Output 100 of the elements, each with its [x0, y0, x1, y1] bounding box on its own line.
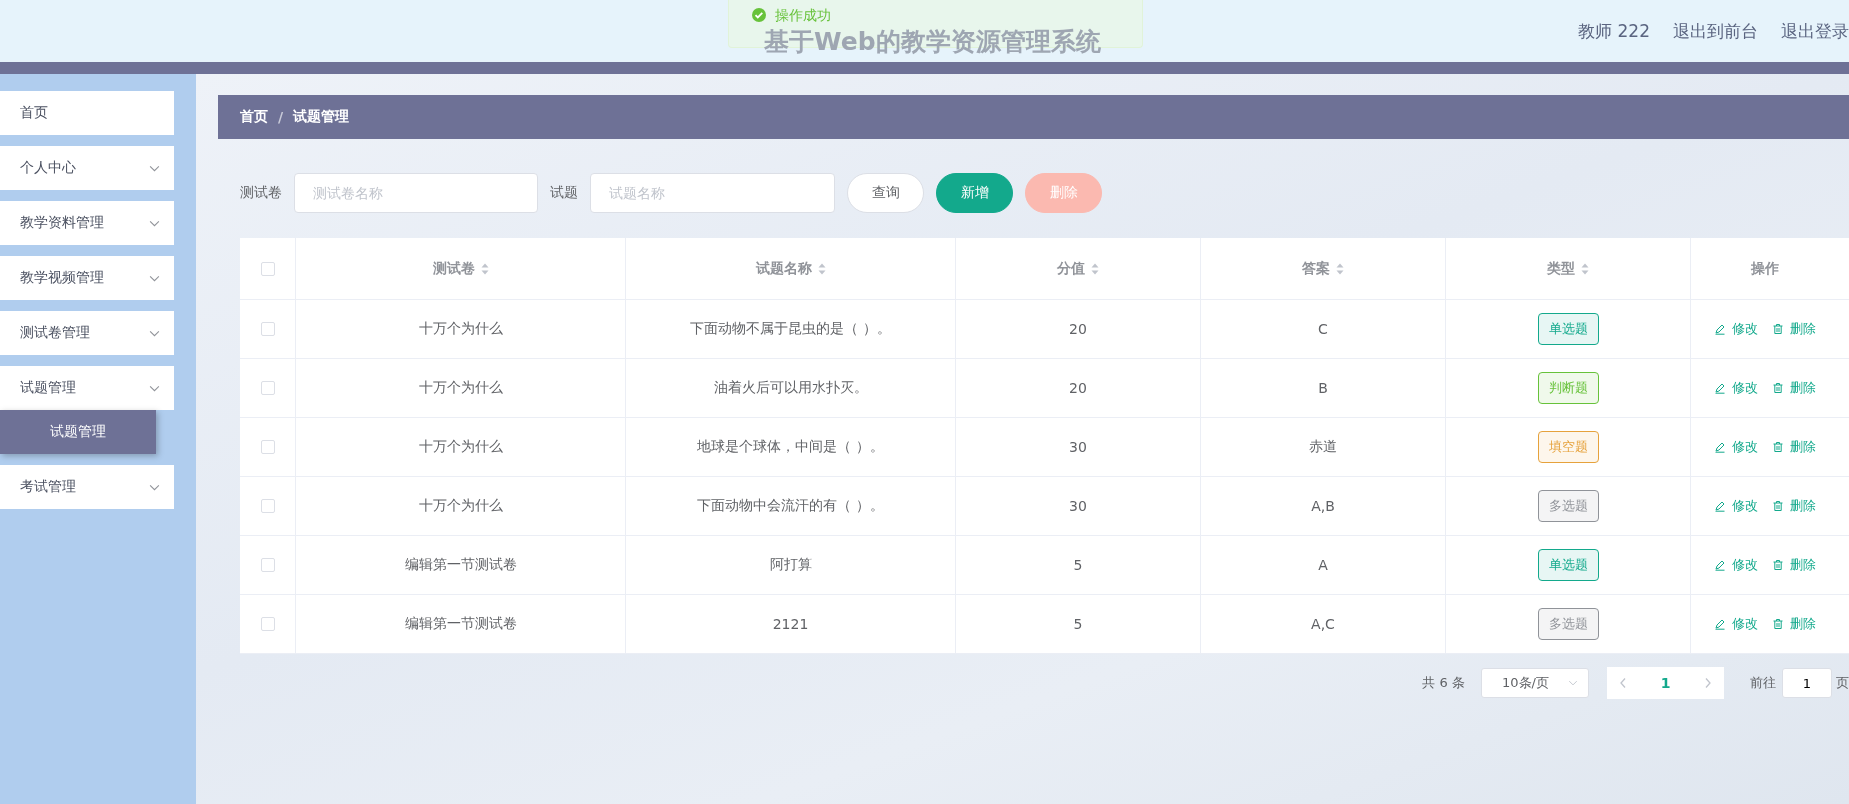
table-cell: 20 — [1069, 321, 1087, 337]
edit-link[interactable]: 修改 — [1714, 615, 1758, 633]
menu-item[interactable]: 教学视频管理 — [0, 256, 174, 300]
trash-icon — [1772, 559, 1784, 571]
table-cell: A — [1318, 557, 1328, 573]
column-header: 分值 — [1057, 259, 1085, 278]
trash-icon — [1772, 382, 1784, 394]
table-cell: 30 — [1069, 498, 1087, 514]
sort-icon[interactable] — [817, 262, 826, 275]
action-button[interactable]: 查询 — [847, 173, 924, 213]
table-cell: A,B — [1311, 498, 1335, 514]
menu-item[interactable]: 测试卷管理 — [0, 311, 174, 355]
table-cell: 5 — [1073, 557, 1083, 573]
column-header: 操作 — [1751, 259, 1779, 278]
table-cell: 下面动物中会流汗的有（ ）。 — [697, 497, 884, 515]
column-header: 试题名称 — [755, 259, 812, 278]
breadcrumb-link[interactable]: 首页 — [240, 108, 268, 126]
breadcrumb-link[interactable]: 试题管理 — [293, 108, 350, 126]
table-cell: 十万个为什么 — [418, 320, 503, 338]
row-checkbox[interactable] — [260, 381, 275, 395]
table-cell: 编辑第一节测试卷 — [404, 556, 517, 574]
pencil-icon — [1714, 441, 1726, 453]
column-header: 测试卷 — [432, 259, 475, 278]
field-label: 测试卷 — [240, 184, 282, 202]
search-field[interactable]: 试题名称 — [590, 173, 835, 213]
action-button[interactable]: 新增 — [936, 173, 1013, 213]
delete-link[interactable]: 删除 — [1772, 320, 1816, 338]
type-tag: 判断题 — [1537, 372, 1599, 404]
submenu-item[interactable]: 试题管理 — [0, 410, 156, 454]
previous-page-icon[interactable] — [1619, 677, 1627, 689]
trash-icon — [1772, 618, 1784, 630]
edit-link[interactable]: 修改 — [1714, 320, 1758, 338]
row-checkbox[interactable] — [260, 499, 275, 513]
table-cell: B — [1318, 380, 1328, 396]
menu-item[interactable]: 教学资料管理 — [0, 201, 174, 245]
menu-item[interactable]: 首页 — [0, 91, 174, 135]
chevron-icon — [149, 384, 160, 392]
table-cell: 赤道 — [1309, 438, 1337, 456]
edit-link[interactable]: 修改 — [1714, 556, 1758, 574]
table-cell: 十万个为什么 — [418, 497, 503, 515]
select-all-checkbox[interactable] — [260, 261, 275, 276]
sort-icon[interactable] — [480, 262, 489, 275]
row-checkbox[interactable] — [260, 440, 275, 454]
goto-label: 前往 — [1750, 674, 1776, 692]
row-checkbox[interactable] — [260, 558, 275, 572]
delete-link[interactable]: 删除 — [1772, 556, 1816, 574]
pencil-icon — [1714, 500, 1726, 512]
chevron-icon — [149, 219, 160, 227]
table-cell: 地球是个球体，中间是（ ）。 — [697, 438, 884, 456]
page-size-select[interactable]: 10条/页 — [1481, 668, 1589, 698]
table-cell: 2121 — [772, 616, 809, 632]
row-checkbox[interactable] — [260, 322, 275, 336]
chevron-icon — [1568, 680, 1578, 686]
delete-link[interactable]: 删除 — [1772, 615, 1816, 633]
edit-link[interactable]: 修改 — [1714, 379, 1758, 397]
pencil-icon — [1714, 382, 1726, 394]
table-cell: C — [1318, 321, 1328, 337]
header-link[interactable]: 退出登录 — [1781, 19, 1849, 43]
pencil-icon — [1714, 618, 1726, 630]
edit-link[interactable]: 修改 — [1714, 497, 1758, 515]
page-number[interactable]: 1 — [1660, 675, 1671, 691]
menu-item[interactable]: 考试管理 — [0, 465, 174, 509]
chevron-icon — [149, 274, 160, 282]
menu-item[interactable]: 试题管理 — [0, 366, 174, 410]
page-input[interactable]: 1 — [1782, 668, 1832, 698]
success-icon — [751, 7, 767, 23]
table-cell: 5 — [1073, 616, 1083, 632]
sort-icon[interactable] — [1091, 262, 1099, 275]
chevron-icon — [149, 329, 160, 337]
sort-icon[interactable] — [1336, 262, 1344, 275]
chevron-icon — [149, 164, 160, 172]
pencil-icon — [1714, 559, 1726, 571]
search-field[interactable]: 测试卷名称 — [294, 173, 538, 213]
delete-link[interactable]: 删除 — [1772, 438, 1816, 456]
delete-link[interactable]: 删除 — [1772, 379, 1816, 397]
table-cell: A,C — [1311, 616, 1335, 632]
toast-text: 操作成功 — [775, 7, 831, 23]
row-checkbox[interactable] — [260, 617, 275, 631]
table-cell: 编辑第一节测试卷 — [404, 615, 517, 633]
table-cell: 油着火后可以用水扑灭。 — [713, 379, 868, 397]
type-tag: 多选题 — [1537, 608, 1599, 640]
type-tag: 单选题 — [1537, 313, 1599, 345]
field-label: 试题 — [550, 184, 578, 202]
edit-link[interactable]: 修改 — [1714, 438, 1758, 456]
table-cell: 30 — [1069, 439, 1087, 455]
sort-icon[interactable] — [1581, 262, 1589, 275]
chevron-icon — [149, 483, 160, 491]
menu-item[interactable]: 个人中心 — [0, 146, 174, 190]
table-cell: 十万个为什么 — [418, 379, 503, 397]
next-page-icon[interactable] — [1704, 677, 1712, 689]
pencil-icon — [1714, 323, 1726, 335]
type-tag: 填空题 — [1537, 431, 1599, 463]
table-cell: 十万个为什么 — [418, 438, 503, 456]
header-link[interactable]: 退出到前台 — [1673, 19, 1758, 43]
type-tag: 多选题 — [1537, 490, 1599, 522]
delete-link[interactable]: 删除 — [1772, 497, 1816, 515]
table-cell: 阿打算 — [769, 556, 812, 574]
breadcrumb-separator: / — [278, 109, 284, 125]
column-header: 类型 — [1547, 259, 1575, 278]
table-cell: 20 — [1069, 380, 1087, 396]
